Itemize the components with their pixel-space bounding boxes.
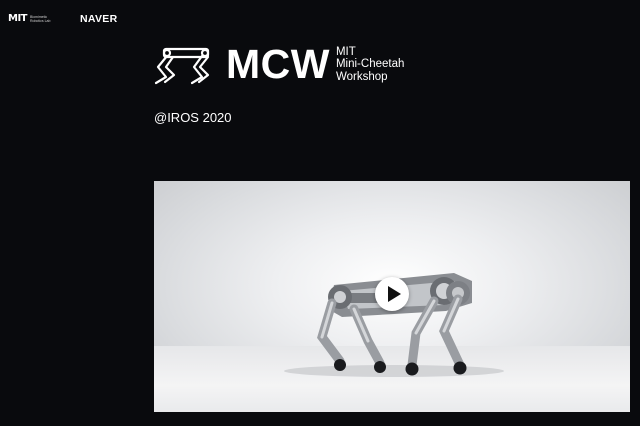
mit-mark: MIT	[8, 13, 28, 24]
play-icon	[387, 286, 401, 302]
naver-logo[interactable]: NAVER	[80, 13, 117, 25]
workshop-line-workshop: Workshop	[335, 70, 388, 83]
event-venue: @IROS 2020	[154, 110, 232, 125]
play-button[interactable]	[375, 277, 409, 311]
mit-lab-name: Biomimetic Robotics Lab	[30, 15, 51, 23]
top-bar: MIT Biomimetic Robotics Lab NAVER	[8, 12, 117, 26]
mcw-title: MCW	[226, 41, 330, 87]
video-player[interactable]	[154, 181, 630, 412]
workshop-line-mit: MIT	[335, 45, 356, 58]
mit-logo[interactable]: MIT Biomimetic Robotics Lab	[8, 14, 58, 24]
workshop-brand: MCW MIT Mini-Cheetah Workshop	[152, 44, 404, 85]
workshop-name: MIT Mini-Cheetah Workshop	[336, 46, 404, 84]
workshop-line-mini-cheetah: Mini-Cheetah	[335, 58, 405, 71]
robot-logo-icon	[154, 47, 210, 84]
